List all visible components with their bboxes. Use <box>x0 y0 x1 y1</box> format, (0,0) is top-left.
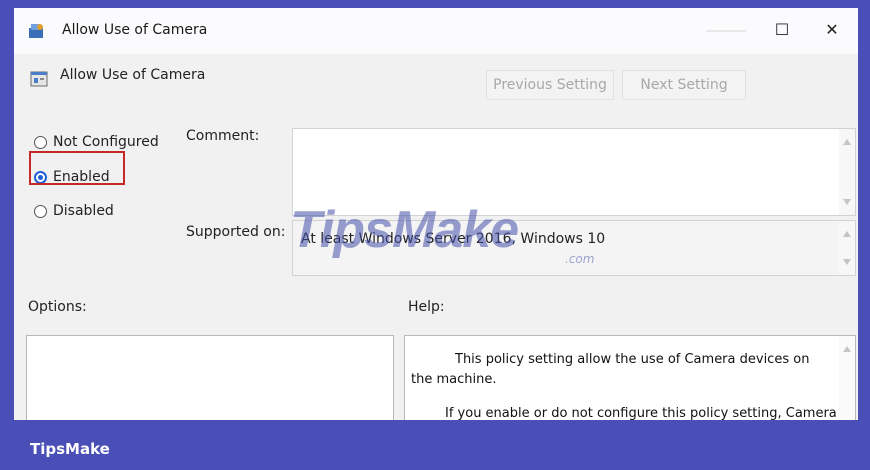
radio-label: Disabled <box>53 203 114 219</box>
options-panel <box>26 335 394 420</box>
setting-icon <box>30 70 48 88</box>
help-panel: This policy setting allow the use of Cam… <box>404 335 856 420</box>
help-label: Help: <box>408 299 445 315</box>
radio-not-configured[interactable]: Not Configured <box>34 134 159 150</box>
scroll-up-icon[interactable] <box>843 139 851 145</box>
scroll-up-icon[interactable] <box>843 231 851 237</box>
radio-label: Not Configured <box>53 134 159 150</box>
radio-circle[interactable] <box>34 204 47 218</box>
title-bar: Allow Use of Camera ☐ ✕ <box>14 8 858 54</box>
help-paragraph: This policy setting allow the use of Cam… <box>411 352 810 387</box>
close-button[interactable]: ✕ <box>814 14 850 44</box>
footer-brand: TipsMake <box>30 440 110 458</box>
supported-scrollbar[interactable] <box>839 221 855 275</box>
comment-label: Comment: <box>186 128 260 144</box>
window-title: Allow Use of Camera <box>62 22 208 38</box>
previous-setting-button[interactable]: Previous Setting <box>486 70 614 100</box>
help-scrollbar[interactable] <box>839 336 855 420</box>
help-paragraph: If you enable or do not configure this p… <box>445 406 837 420</box>
options-label: Options: <box>28 299 87 315</box>
next-setting-button[interactable]: Next Setting <box>622 70 746 100</box>
scroll-down-icon[interactable] <box>843 199 851 205</box>
scroll-down-icon[interactable] <box>843 259 851 265</box>
scroll-up-icon[interactable] <box>843 346 851 352</box>
watermark-suffix: .com <box>565 252 595 266</box>
footer-bar: TipsMake <box>0 420 870 470</box>
radio-circle[interactable] <box>34 135 47 149</box>
highlight-annotation <box>29 151 125 185</box>
maximize-button[interactable]: ☐ <box>764 14 800 44</box>
watermark: TipsMake <box>290 201 519 259</box>
supported-label: Supported on: <box>186 224 286 240</box>
comment-scrollbar[interactable] <box>839 129 855 215</box>
minimize-button[interactable] <box>706 30 746 32</box>
radio-disabled[interactable]: Disabled <box>34 203 114 219</box>
policy-icon <box>28 22 46 40</box>
setting-title: Allow Use of Camera <box>60 67 206 83</box>
